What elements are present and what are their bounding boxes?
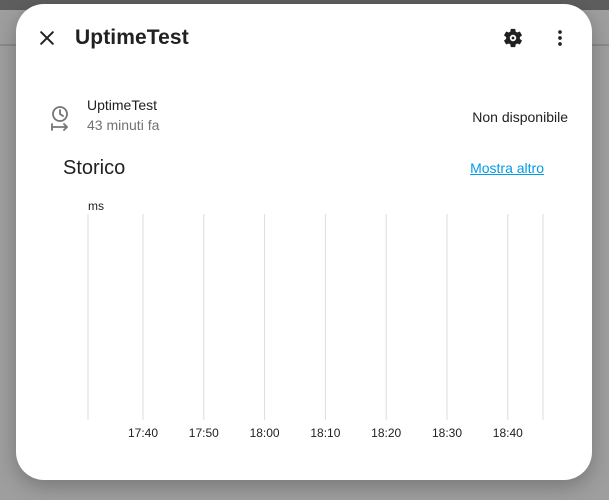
x-tick-label: 18:30: [432, 426, 462, 440]
more-info-dialog: UptimeTest UptimeTest 43 minuti fa Non d…: [16, 4, 592, 480]
x-tick-label: 18:10: [310, 426, 340, 440]
x-tick-label: 17:50: [189, 426, 219, 440]
x-tick-label: 18:00: [250, 426, 280, 440]
x-tick-label: 17:40: [128, 426, 158, 440]
y-axis-unit-label: ms: [88, 199, 104, 213]
x-tick-label: 18:20: [371, 426, 401, 440]
history-chart: ms 17:40 17:50 18:00 18:10 18:20 18:30 18:40: [87, 199, 544, 440]
x-tick-label: 18:40: [493, 426, 523, 440]
chart-ticks: 17:40 17:50 18:00 18:10 18:20 18:30 18:40: [128, 426, 523, 440]
chart-grid: [87, 214, 544, 420]
